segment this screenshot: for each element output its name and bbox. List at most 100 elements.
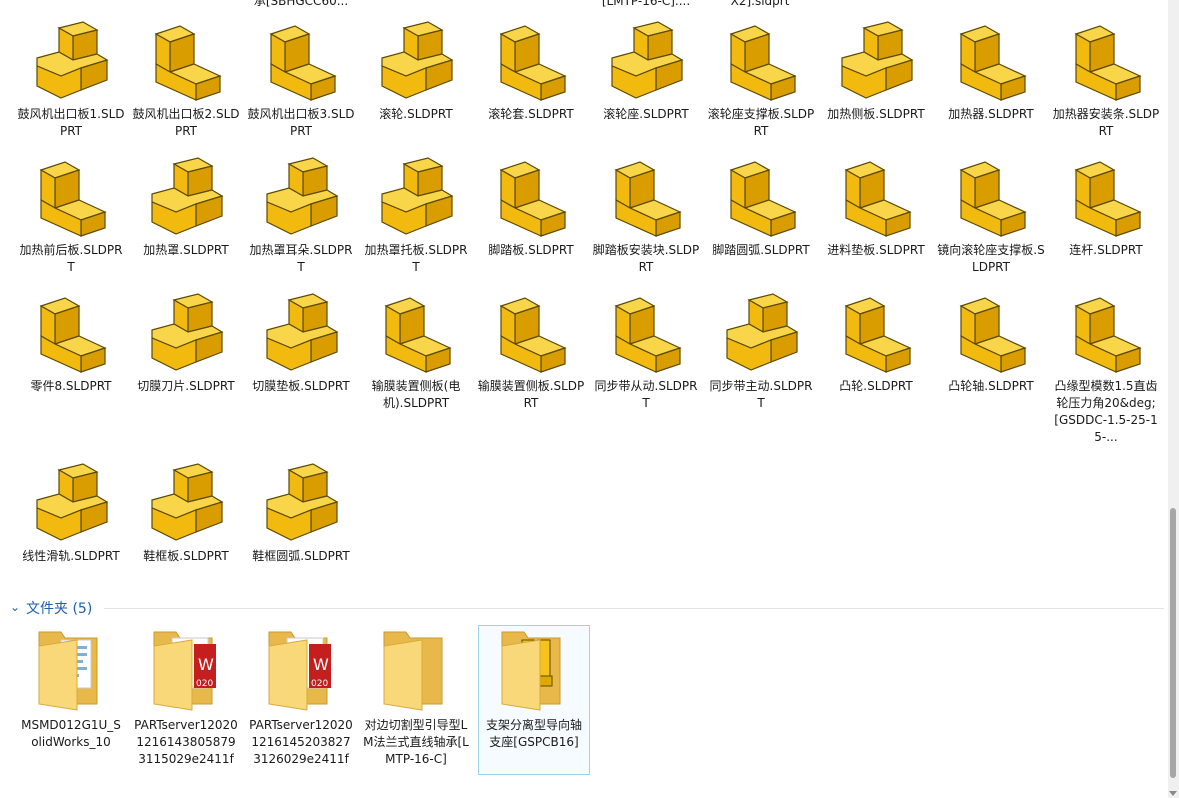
partial-label-2[interactable]: [LMTP-16-C].... bbox=[586, 0, 706, 9]
sldprt-part-icon bbox=[1074, 25, 1142, 101]
vertical-scrollbar[interactable] bbox=[1168, 0, 1179, 798]
sldprt-part-icon bbox=[729, 161, 797, 237]
part-file-item[interactable]: 镜向滚轮座支撑板.SLDPRT bbox=[935, 156, 1047, 276]
sldprt-part-icon bbox=[269, 25, 337, 101]
part-file-item[interactable]: 切膜刀片.SLDPRT bbox=[130, 292, 242, 395]
sldprt-part-icon bbox=[384, 297, 452, 373]
sldprt-part-icon bbox=[844, 161, 912, 237]
folder-icon bbox=[383, 631, 443, 711]
part-file-label: 切膜垫板.SLDPRT bbox=[252, 379, 350, 393]
folder-item[interactable]: W 020 PARTserver120201216143805879311502… bbox=[131, 626, 241, 768]
part-file-label: 连杆.SLDPRT bbox=[1069, 243, 1143, 257]
part-file-item[interactable]: 滚轮.SLDPRT bbox=[360, 20, 472, 123]
sldprt-part-icon bbox=[266, 157, 339, 235]
part-file-label: 进料垫板.SLDPRT bbox=[827, 243, 925, 257]
part-file-item[interactable]: 滚轮座支撑板.SLDPRT bbox=[705, 20, 817, 140]
part-file-item[interactable]: 同步带主动.SLDPRT bbox=[705, 292, 817, 412]
folder-label: 对边切割型引导型LM法兰式直线轴承[LMTP-16-C] bbox=[363, 718, 469, 766]
svg-text:020: 020 bbox=[196, 679, 213, 689]
sldprt-part-icon bbox=[614, 161, 682, 237]
sldprt-part-icon bbox=[151, 293, 224, 371]
svg-text:020: 020 bbox=[311, 679, 328, 689]
part-file-item[interactable]: 凸轮.SLDPRT bbox=[820, 292, 932, 395]
partial-label-1[interactable]: 承[SBHGCC60... bbox=[241, 0, 361, 9]
folder-icon: W 020 bbox=[153, 631, 216, 711]
part-file-item[interactable]: 输膜装置侧板.SLDPRT bbox=[475, 292, 587, 412]
part-file-item[interactable]: 连杆.SLDPRT bbox=[1050, 156, 1162, 259]
scroll-down-arrow-icon[interactable] bbox=[1169, 791, 1177, 796]
part-file-item[interactable]: 凸缘型模数1.5直齿轮压力角20&deg;[GSDDC-1.5-25-15-..… bbox=[1050, 292, 1162, 446]
part-file-label: 同步带主动.SLDPRT bbox=[709, 379, 813, 410]
part-file-label: 加热罩耳朵.SLDPRT bbox=[249, 243, 353, 274]
folder-icon bbox=[501, 631, 561, 711]
part-file-label: 线性滑轨.SLDPRT bbox=[22, 549, 120, 563]
part-file-label: 加热罩托板.SLDPRT bbox=[364, 243, 468, 274]
part-file-item[interactable]: 加热器安装条.SLDPRT bbox=[1050, 20, 1162, 140]
sldprt-part-icon bbox=[499, 25, 567, 101]
sldprt-part-icon bbox=[39, 297, 107, 373]
sldprt-part-icon bbox=[499, 161, 567, 237]
partial-label-3[interactable]: X2].sldprt bbox=[700, 0, 820, 9]
part-file-label: 脚踏板.SLDPRT bbox=[488, 243, 574, 257]
part-file-label: 鞋框板.SLDPRT bbox=[143, 549, 229, 563]
svg-text:W: W bbox=[313, 655, 329, 674]
sldprt-part-icon bbox=[151, 157, 224, 235]
chevron-down-icon[interactable]: ⌄ bbox=[10, 600, 20, 614]
group-header-folders[interactable]: ⌄ 文件夹 (5) bbox=[8, 597, 1164, 619]
folder-icon bbox=[38, 631, 98, 711]
part-file-item[interactable]: 脚踏板安装块.SLDPRT bbox=[590, 156, 702, 276]
part-file-item[interactable]: 脚踏圆弧.SLDPRT bbox=[705, 156, 817, 259]
folder-label: PARTserver1202012161452038273126029e2411… bbox=[249, 718, 353, 766]
folder-item[interactable]: 支架分离型导向轴支座[GSPCB16] bbox=[478, 625, 590, 775]
part-file-item[interactable]: 同步带从动.SLDPRT bbox=[590, 292, 702, 412]
part-file-item[interactable]: 加热罩.SLDPRT bbox=[130, 156, 242, 259]
part-file-label: 凸轮.SLDPRT bbox=[839, 379, 913, 393]
part-file-item[interactable]: 加热罩托板.SLDPRT bbox=[360, 156, 472, 276]
partial-top-row: 承[SBHGCC60... [LMTP-16-C].... X2].sldprt bbox=[0, 0, 1168, 10]
part-file-label: 鼓风机出口板2.SLDPRT bbox=[132, 107, 240, 138]
part-file-item[interactable]: 鼓风机出口板3.SLDPRT bbox=[245, 20, 357, 140]
folder-item[interactable]: 对边切割型引导型LM法兰式直线轴承[LMTP-16-C] bbox=[361, 626, 471, 768]
folder-item[interactable]: W 020 PARTserver120201216145203827312602… bbox=[246, 626, 356, 768]
part-file-label: 滚轮座支撑板.SLDPRT bbox=[707, 107, 815, 138]
part-file-label: 加热前后板.SLDPRT bbox=[19, 243, 123, 274]
part-file-item[interactable]: 鼓风机出口板2.SLDPRT bbox=[130, 20, 242, 140]
sldprt-part-icon bbox=[841, 21, 914, 99]
sldprt-part-icon bbox=[959, 161, 1027, 237]
part-file-label: 加热侧板.SLDPRT bbox=[827, 107, 925, 121]
sldprt-part-icon bbox=[39, 161, 107, 237]
part-file-label: 镜向滚轮座支撑板.SLDPRT bbox=[937, 243, 1045, 274]
sldprt-part-icon bbox=[266, 463, 339, 541]
sldprt-part-icon bbox=[844, 297, 912, 373]
part-file-item[interactable]: 鞋框圆弧.SLDPRT bbox=[245, 462, 357, 565]
sldprt-part-icon bbox=[1074, 161, 1142, 237]
part-file-item[interactable]: 进料垫板.SLDPRT bbox=[820, 156, 932, 259]
sldprt-part-icon bbox=[1074, 297, 1142, 373]
folder-item[interactable]: MSMD012G1U_SolidWorks_10 bbox=[16, 626, 126, 751]
part-file-item[interactable]: 加热前后板.SLDPRT bbox=[15, 156, 127, 276]
part-file-item[interactable]: 零件8.SLDPRT bbox=[15, 292, 127, 395]
sldprt-part-icon bbox=[266, 293, 339, 371]
part-file-item[interactable]: 鞋框板.SLDPRT bbox=[130, 462, 242, 565]
part-file-item[interactable]: 输膜装置侧板(电机).SLDPRT bbox=[360, 292, 472, 412]
part-file-item[interactable]: 滚轮套.SLDPRT bbox=[475, 20, 587, 123]
sldprt-part-icon bbox=[614, 297, 682, 373]
part-file-label: 切膜刀片.SLDPRT bbox=[137, 379, 235, 393]
part-file-label: 滚轮.SLDPRT bbox=[379, 107, 453, 121]
folder-label: PARTserver1202012161438058793115029e2411… bbox=[134, 718, 238, 766]
part-file-item[interactable]: 线性滑轨.SLDPRT bbox=[15, 462, 127, 565]
part-file-label: 同步带从动.SLDPRT bbox=[594, 379, 698, 410]
part-file-label: 鞋框圆弧.SLDPRT bbox=[252, 549, 350, 563]
part-file-item[interactable]: 脚踏板.SLDPRT bbox=[475, 156, 587, 259]
part-file-item[interactable]: 凸轮轴.SLDPRT bbox=[935, 292, 1047, 395]
part-file-item[interactable]: 加热侧板.SLDPRT bbox=[820, 20, 932, 123]
part-file-item[interactable]: 切膜垫板.SLDPRT bbox=[245, 292, 357, 395]
part-file-item[interactable]: 加热罩耳朵.SLDPRT bbox=[245, 156, 357, 276]
sldprt-part-icon bbox=[381, 21, 454, 99]
part-file-label: 零件8.SLDPRT bbox=[30, 379, 112, 393]
part-file-item[interactable]: 滚轮座.SLDPRT bbox=[590, 20, 702, 123]
scrollbar-thumb[interactable] bbox=[1170, 508, 1176, 778]
part-file-item[interactable]: 加热器.SLDPRT bbox=[935, 20, 1047, 123]
part-file-item[interactable]: 鼓风机出口板1.SLDPRT bbox=[15, 20, 127, 140]
sldprt-part-icon bbox=[154, 25, 222, 101]
